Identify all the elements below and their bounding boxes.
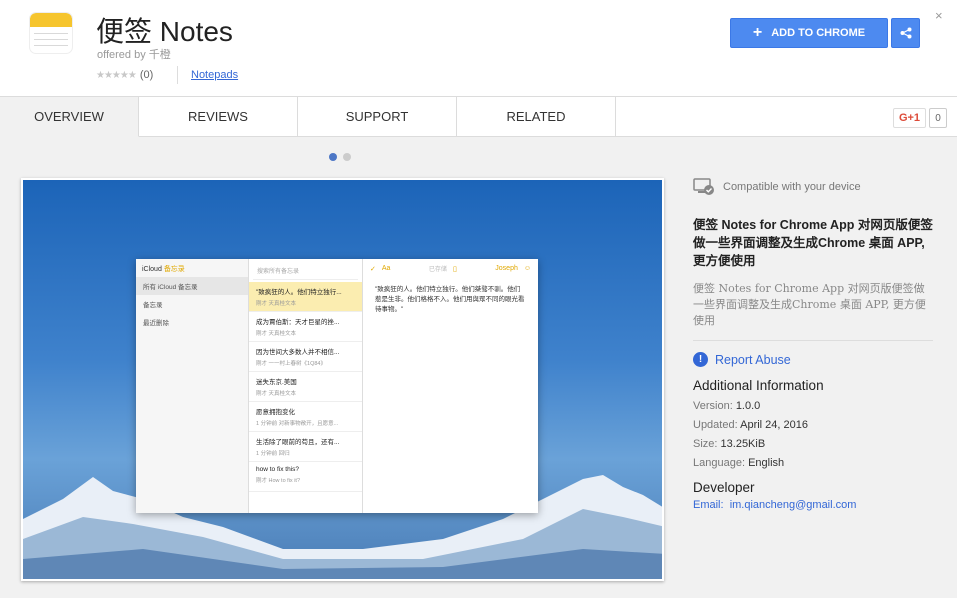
device-check-icon [693,178,714,195]
report-abuse-label: Report Abuse [715,352,791,367]
plus-icon: + [752,24,763,41]
notes-accent-label: 备忘录 [163,266,185,273]
language-label: Language: [693,457,745,469]
note-title: how to fix this? [256,466,299,473]
tab-reviews[interactable]: REVIEWS [139,97,298,137]
saved-status: 已存储 [428,267,447,273]
note-meta: 刚才 一一村上春树《1Q84》 [256,361,326,367]
description-body: 便签 Notes for Chrome App 对网页版便签做一些界面调整及生成… [693,282,926,327]
updated-value: April 24, 2016 [740,419,808,431]
list-item[interactable]: 迷失东京.美国 刚才 天真桂文本 [249,372,362,402]
version-row: Version: 1.0.0 [693,400,933,412]
carousel-dots [329,153,351,161]
app-notes-icon [30,13,72,53]
email-label: Email: [693,499,724,511]
gplus-widget: G+1 0 [893,108,947,128]
add-to-chrome-label: ADD TO CHROME [771,27,866,39]
size-row: Size: 13.25KiB [693,438,933,450]
offered-by: offered by 千橙 [97,49,171,61]
carousel-dot-2[interactable] [343,153,351,161]
developer-heading: Developer [693,480,755,495]
report-abuse-link[interactable]: ! Report Abuse [693,352,933,367]
list-item[interactable]: 生活除了眼前的苟且，还有... 1 分钟前 回归 [249,432,362,462]
list-item[interactable]: how to fix this? 刚才 How to fix it? [249,462,362,492]
close-icon[interactable]: × [935,8,943,23]
rating-stars-icon: ★★★★★ [96,69,137,81]
app-title: 便签 Notes [96,16,233,47]
add-to-chrome-button[interactable]: + ADD TO CHROME [730,18,888,48]
note-title: "致疯狂的人。他们特立独行... [256,289,342,296]
check-icon[interactable]: ✓ [370,265,376,273]
category-link[interactable]: Notepads [191,69,238,81]
share-button[interactable] [891,18,920,48]
size-value: 13.25KiB [720,438,766,450]
language-row: Language: English [693,457,933,469]
version-label: Version: [693,400,733,412]
note-toolbar: ✓ Aa 已存储 ▯ Joseph ☺ [363,259,538,278]
divider [693,340,933,341]
gplus-button[interactable]: G+1 [893,108,926,128]
rating: ★★★★★ (0) [96,69,153,81]
language-value: English [748,457,785,469]
note-editor: ✓ Aa 已存储 ▯ Joseph ☺ "致疯狂的人。他们特立独行。他们桀骜不驯… [363,259,538,513]
carousel-dot-1[interactable] [329,153,337,161]
note-meta: 刚才 天真桂文本 [256,391,297,397]
list-item[interactable]: 因为世间大多数人并不相信... 刚才 一一村上春树《1Q84》 [249,342,362,372]
notes-window: iCloud 备忘录 所有 iCloud 备忘录 备忘录 最近删除 搜索所有备忘… [136,259,538,513]
details-panel: Compatible with your device 便签 Notes for… [693,178,933,511]
notes-sidebar: iCloud 备忘录 所有 iCloud 备忘录 备忘录 最近删除 [136,259,249,513]
note-meta: 刚才 How to fix it? [256,478,301,484]
version-value: 1.0.0 [735,400,761,412]
rating-count: (0) [139,69,154,81]
share-icon [900,27,911,39]
tab-overview[interactable]: OVERVIEW [0,97,139,137]
compatible-text: Compatible with your device [723,181,861,193]
user-name: Joseph [495,265,518,272]
developer-email[interactable]: Email: im.qiancheng@gmail.com [693,499,933,511]
note-title: 迷失东京.美国 [256,379,297,386]
item-header: 便签 Notes offered by 千橙 ★★★★★ (0) Notepad… [0,0,957,97]
additional-info-heading: Additional Information [693,378,824,393]
divider [177,66,178,84]
app-screenshot: iCloud 备忘录 所有 iCloud 备忘录 备忘录 最近删除 搜索所有备忘… [21,178,664,581]
gplus-count: 0 [929,108,947,128]
detail-tabs: OVERVIEW REVIEWS SUPPORT RELATED [0,97,957,137]
size-label: Size: [693,438,718,450]
description-title: 便签 Notes for Chrome App 对网页版便签做一些界面调整及生成… [693,218,933,268]
updated-row: Updated: April 24, 2016 [693,419,933,431]
icloud-label: iCloud [142,266,162,273]
tab-support[interactable]: SUPPORT [298,97,457,137]
list-item[interactable]: 愿意拥抱变化 1 分钟前 对新事物敞开，且愿意... [249,402,362,432]
note-title: 因为世间大多数人并不相信... [256,349,340,356]
sidebar-item-deleted[interactable]: 最近删除 [136,313,248,331]
notes-search-input[interactable]: 搜索所有备忘录 [253,261,358,280]
note-body[interactable]: "致疯狂的人。他们特立独行。他们桀骜不驯。他们惹是生非。他们格格不入。他们用與眾… [363,278,538,322]
note-meta: 1 分钟前 对新事物敞开，且愿意... [256,421,339,427]
compatibility: Compatible with your device [693,178,933,196]
note-title: 成为賈伯斯：天才巨星的挫... [256,319,340,326]
note-meta: 1 分钟前 回归 [256,451,290,457]
tab-related[interactable]: RELATED [457,97,616,137]
note-meta: 刚才 天真桂文本 [256,331,297,337]
list-item[interactable]: "致疯狂的人。他们特立独行... 刚才 天真桂文本 [249,282,362,312]
note-meta: 刚才 天真桂文本 [256,301,297,307]
email-value[interactable]: im.qiancheng@gmail.com [730,499,857,511]
notes-list: 搜索所有备忘录 "致疯狂的人。他们特立独行... 刚才 天真桂文本 成为賈伯斯：天… [249,259,363,513]
format-button[interactable]: Aa [382,265,391,272]
alert-icon: ! [693,352,708,367]
sidebar-item-all[interactable]: 所有 iCloud 备忘录 [136,277,248,295]
trash-icon[interactable]: ▯ [453,265,457,273]
notes-sidebar-header: iCloud 备忘录 [136,259,248,277]
note-title: 生活除了眼前的苟且，还有... [256,439,340,446]
updated-label: Updated: [693,419,738,431]
smile-icon[interactable]: ☺ [524,265,531,272]
list-item[interactable]: 成为賈伯斯：天才巨星的挫... 刚才 天真桂文本 [249,312,362,342]
note-title: 愿意拥抱变化 [256,409,295,416]
sidebar-item-notes[interactable]: 备忘录 [136,295,248,313]
